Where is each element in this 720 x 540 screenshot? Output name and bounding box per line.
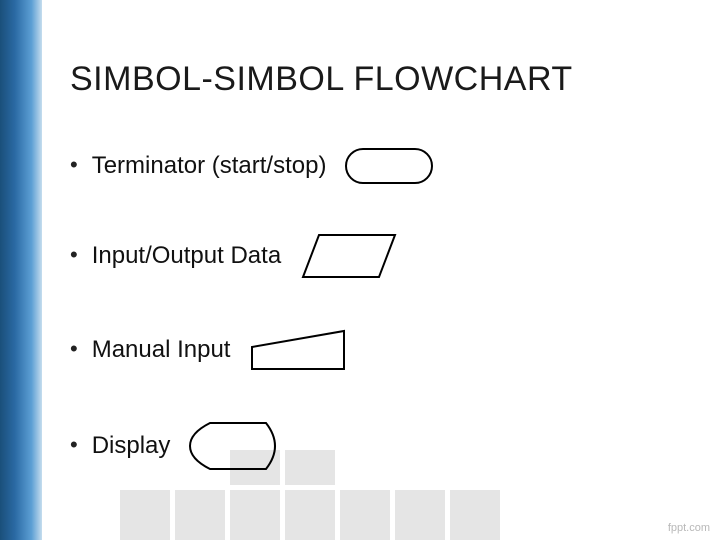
footer-watermark: fppt.com [668,522,710,534]
item-label: Manual Input [92,336,231,364]
terminator-icon [344,147,434,185]
item-label: Input/Output Data [92,242,281,270]
bullet-icon: • [70,338,78,360]
display-icon [188,419,288,473]
bullet-icon: • [70,154,78,176]
parallelogram-icon [299,231,399,281]
manual-input-icon [248,327,348,373]
bullet-icon: • [70,244,78,266]
slide-content: SIMBOL-SIMBOL FLOWCHART • Terminator (st… [70,60,690,519]
item-label: Display [92,432,171,460]
slide-title: SIMBOL-SIMBOL FLOWCHART [70,60,690,99]
list-item: • Manual Input [70,327,690,373]
list-item: • Terminator (start/stop) [70,147,690,185]
list-item: • Display [70,419,690,473]
list-item: • Input/Output Data [70,231,690,281]
item-label: Terminator (start/stop) [92,152,327,180]
bullet-icon: • [70,434,78,456]
